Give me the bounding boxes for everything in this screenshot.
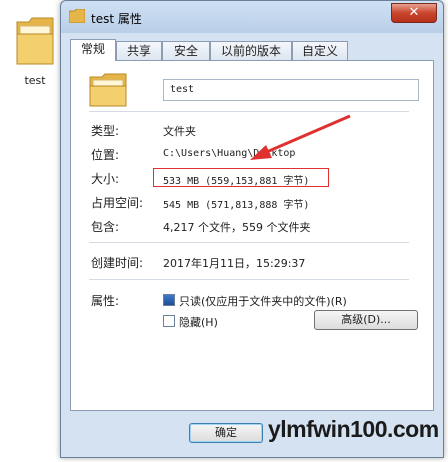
ok-button[interactable]: 确定 <box>189 423 263 443</box>
type-value: 文件夹 <box>163 125 196 138</box>
created-value: 2017年1月11日，15:29:37 <box>163 257 306 270</box>
contains-label: 包含: <box>91 220 120 234</box>
divider <box>89 279 409 280</box>
advanced-button[interactable]: 高级(D)... <box>314 310 418 330</box>
close-icon: ✕ <box>408 5 420 20</box>
close-button[interactable]: ✕ <box>391 3 437 23</box>
window-title: test 属性 <box>91 12 142 26</box>
title-bar[interactable]: test 属性 ✕ <box>61 1 443 33</box>
folder-name-input[interactable]: test <box>163 79 419 101</box>
disk-size-label: 占用空间: <box>91 196 144 210</box>
watermark-text: ylmfwin100.com <box>268 416 439 442</box>
desktop-icon-label: test <box>24 74 46 87</box>
general-panel: test 类型: 文件夹 位置: C:\Users\Huang\Desktop … <box>70 60 434 411</box>
tab-sharing[interactable]: 共享 <box>116 41 162 60</box>
highlight-box <box>153 168 329 187</box>
desktop-folder-test[interactable]: test <box>10 8 60 92</box>
readonly-checkbox[interactable] <box>163 294 175 306</box>
created-label: 创建时间: <box>91 256 144 270</box>
folder-icon <box>16 17 54 65</box>
location-label: 位置: <box>91 148 120 162</box>
attributes-label: 属性: <box>91 294 120 308</box>
location-value: C:\Users\Huang\Desktop <box>163 148 296 159</box>
folder-icon <box>89 73 127 107</box>
size-label: 大小: <box>91 172 120 186</box>
hidden-label[interactable]: 隐藏(H) <box>179 314 218 330</box>
folder-icon <box>69 9 85 23</box>
readonly-label[interactable]: 只读(仅应用于文件夹中的文件)(R) <box>179 293 347 309</box>
divider <box>89 242 409 243</box>
tab-customize[interactable]: 自定义 <box>292 41 348 60</box>
type-label: 类型: <box>91 124 120 138</box>
disk-size-value: 545 MB (571,813,888 字节) <box>163 200 310 211</box>
hidden-checkbox[interactable] <box>163 315 175 327</box>
divider <box>89 111 409 112</box>
tab-general[interactable]: 常规 <box>70 39 116 61</box>
tab-previous-versions[interactable]: 以前的版本 <box>210 41 292 60</box>
tab-security[interactable]: 安全 <box>162 41 210 60</box>
properties-window: test 属性 ✕ 常规 共享 安全 以前的版本 自定义 test 类型: 文件… <box>60 0 444 458</box>
contains-value: 4,217 个文件，559 个文件夹 <box>163 221 311 234</box>
